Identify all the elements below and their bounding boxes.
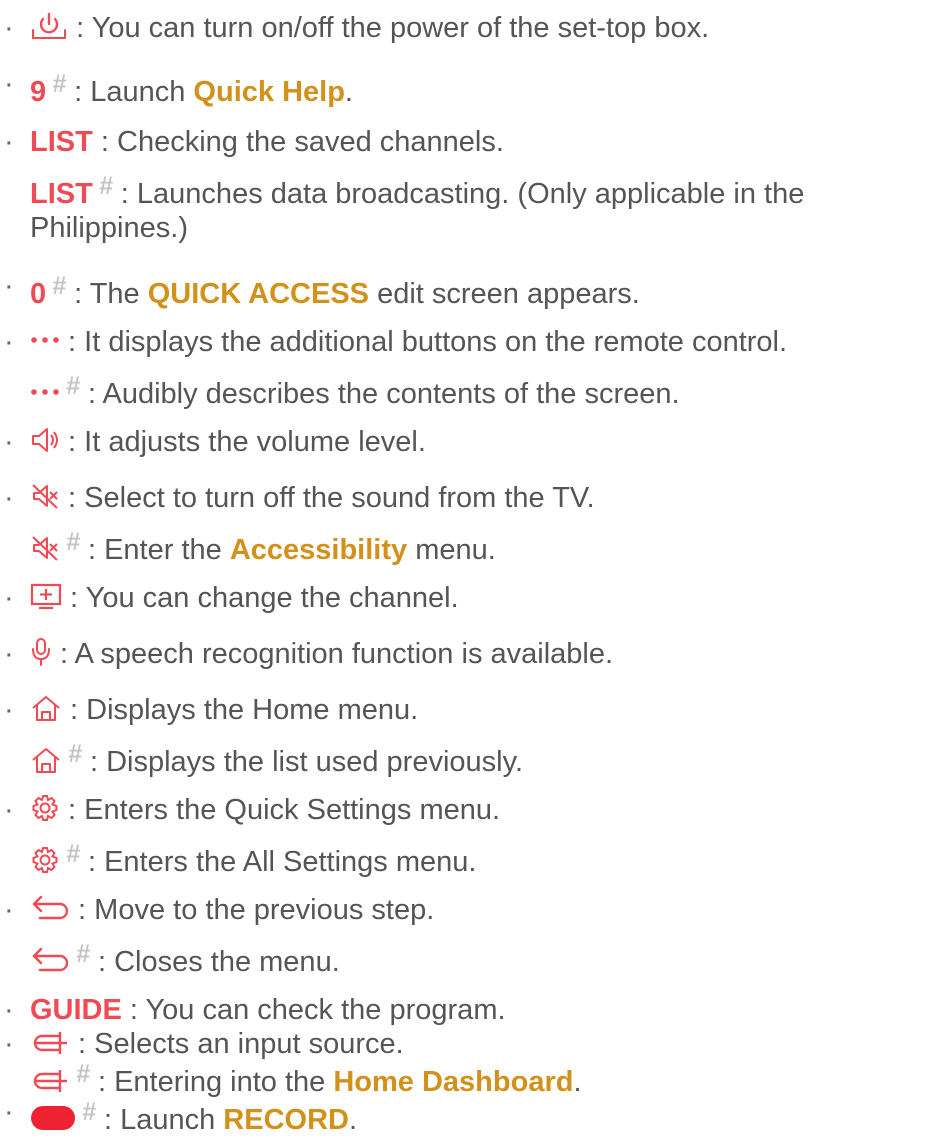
hash-mark: # xyxy=(76,940,90,968)
gear-icon xyxy=(30,845,60,875)
hash-mark: # xyxy=(52,272,67,300)
hash-mark: # xyxy=(68,740,82,768)
channel-icon xyxy=(30,582,62,610)
bullet: · xyxy=(4,426,14,458)
quick-access-link[interactable]: QUICK ACCESS xyxy=(148,278,369,310)
remote-button-descriptions: · : You can turn on/off the power of the… xyxy=(0,0,930,1136)
bullet: · xyxy=(4,694,14,726)
bullet: · xyxy=(4,12,14,44)
volume-icon xyxy=(30,426,60,454)
bullet: · xyxy=(4,1096,14,1128)
accessibility-link[interactable]: Accessibility xyxy=(230,534,407,566)
hash-mark: # xyxy=(52,70,67,98)
nine-key-label: 9 xyxy=(30,76,47,108)
bullet: · xyxy=(4,582,14,614)
mute-icon xyxy=(30,482,60,510)
bullet: · xyxy=(4,638,14,670)
hash-mark: # xyxy=(66,528,80,556)
home-icon xyxy=(30,694,62,722)
quick-help-link[interactable]: Quick Help xyxy=(193,76,345,108)
bullet: · xyxy=(4,68,14,100)
record-link[interactable]: RECORD xyxy=(223,1104,349,1136)
bullet: · xyxy=(4,126,14,158)
hash-mark: # xyxy=(76,1060,90,1088)
list-key-label: LIST xyxy=(30,126,93,158)
bullet: · xyxy=(4,894,14,926)
hash-mark: # xyxy=(98,172,113,200)
more-dots-icon xyxy=(30,335,60,345)
hash-mark: # xyxy=(66,840,80,868)
bullet: · xyxy=(4,326,14,358)
bullet: · xyxy=(4,1028,14,1060)
bullet: · xyxy=(4,794,14,826)
more-dots-icon xyxy=(30,387,60,397)
hash-mark: # xyxy=(82,1098,96,1126)
gear-icon xyxy=(30,793,60,823)
record-button-icon xyxy=(30,1104,76,1132)
bullet: · xyxy=(4,270,14,302)
back-arrow-icon xyxy=(30,894,70,922)
power-icon xyxy=(30,11,68,41)
microphone-icon xyxy=(30,637,52,667)
home-dashboard-link[interactable]: Home Dashboard xyxy=(333,1066,573,1098)
back-arrow-icon xyxy=(30,946,70,974)
bullet: · xyxy=(4,482,14,514)
zero-key-label: 0 xyxy=(30,278,47,310)
home-icon xyxy=(30,746,62,774)
mute-icon xyxy=(30,534,60,562)
hash-mark: # xyxy=(66,372,80,400)
